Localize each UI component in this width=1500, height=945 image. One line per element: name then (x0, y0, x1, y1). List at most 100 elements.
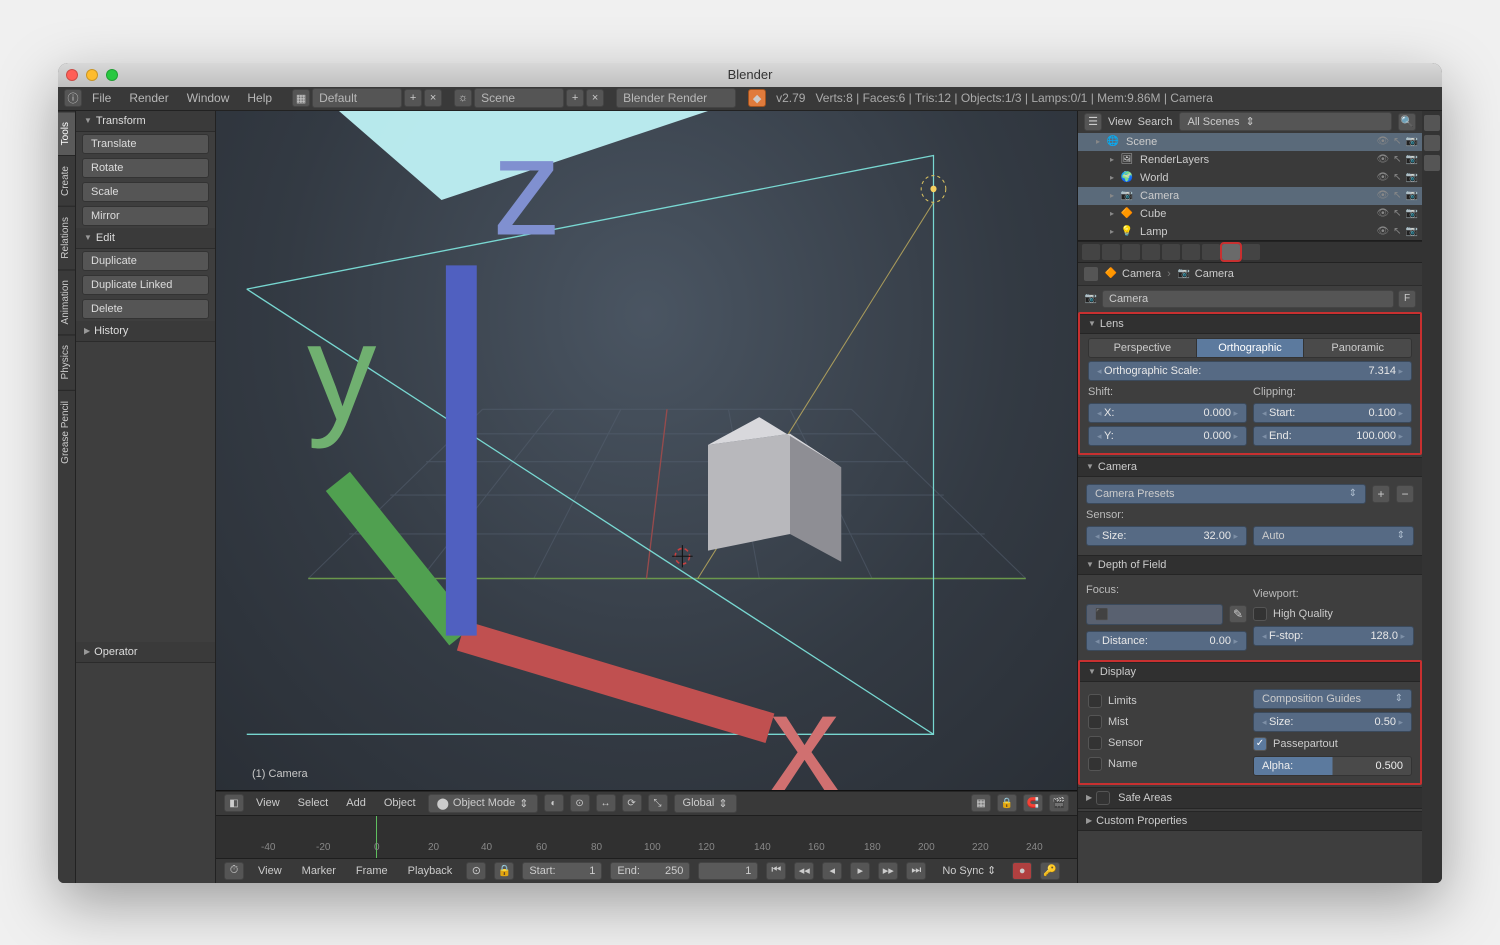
end-frame-field[interactable]: End:250 (610, 862, 690, 880)
tab-tools[interactable]: Tools (58, 111, 75, 155)
screen-layout-icon[interactable]: ▦ (292, 89, 310, 107)
orientation-dropdown[interactable]: Global ⇕ (674, 794, 737, 813)
pivot-icon[interactable]: ⊙ (570, 794, 590, 812)
tab-object-icon[interactable] (1162, 244, 1180, 260)
screen-layout-add[interactable]: + (404, 89, 422, 107)
mist-checkbox[interactable]: Mist (1088, 713, 1247, 731)
render-preview-icon[interactable]: 🎬 (1049, 794, 1069, 812)
shift-y-field[interactable]: Y:0.000 (1088, 426, 1247, 446)
render-vis-icon[interactable]: 📷 (1406, 154, 1418, 165)
current-frame-field[interactable]: 1 (698, 862, 758, 880)
manipulator-scale-icon[interactable]: ⤡ (648, 794, 668, 812)
alpha-slider[interactable]: Alpha:0.500 (1253, 756, 1412, 776)
snap-icon[interactable]: 🧲 (1023, 794, 1043, 812)
outliner-search-icon[interactable]: 🔍 (1398, 113, 1416, 131)
tab-physics-icon[interactable] (1242, 244, 1260, 260)
tab-constraints-icon[interactable] (1182, 244, 1200, 260)
tl-view[interactable]: View (252, 863, 288, 879)
jump-start-icon[interactable]: ⏮ (766, 862, 786, 880)
eye-icon[interactable]: 👁 (1376, 190, 1389, 201)
mirror-button[interactable]: Mirror (82, 206, 209, 226)
duplicate-linked-button[interactable]: Duplicate Linked (82, 275, 209, 295)
vp-menu-add[interactable]: Add (340, 795, 372, 811)
scale-button[interactable]: Scale (82, 182, 209, 202)
safe-areas-header[interactable]: Safe Areas (1078, 787, 1422, 809)
dof-header[interactable]: Depth of Field (1078, 555, 1422, 575)
play-icon[interactable]: ▸ (850, 862, 870, 880)
keying-set-icon[interactable]: 🔑 (1040, 862, 1060, 880)
lens-header[interactable]: Lens (1080, 314, 1420, 334)
composition-guides-dropdown[interactable]: Composition Guides (1253, 689, 1412, 709)
camera-presets-dropdown[interactable]: Camera Presets (1086, 484, 1366, 504)
delete-button[interactable]: Delete (82, 299, 209, 319)
shift-x-field[interactable]: X:0.000 (1088, 403, 1247, 423)
manipulator-rotate-icon[interactable]: ⟳ (622, 794, 642, 812)
render-vis-icon[interactable]: 📷 (1406, 136, 1418, 147)
timeline-track[interactable]: -40 -20 0 20 40 60 80 100 120 140 160 18… (216, 815, 1077, 859)
rotate-button[interactable]: Rotate (82, 158, 209, 178)
vp-menu-view[interactable]: View (250, 795, 286, 811)
screen-layout-dropdown[interactable]: Default (312, 88, 402, 108)
next-keyframe-icon[interactable]: ▸▸ (878, 862, 898, 880)
outliner-editor-icon[interactable]: ☰ (1084, 113, 1102, 131)
render-vis-icon[interactable]: 📷 (1406, 226, 1418, 237)
play-reverse-icon[interactable]: ◂ (822, 862, 842, 880)
outliner-view[interactable]: View (1108, 116, 1132, 128)
tl-lock-icon[interactable]: 🔒 (494, 862, 514, 880)
render-engine-dropdown[interactable]: Blender Render (616, 88, 736, 108)
focus-eyedropper-icon[interactable]: ✎ (1229, 605, 1247, 623)
outliner-select-icon[interactable] (1424, 135, 1440, 151)
display-size-field[interactable]: Size:0.50 (1253, 712, 1412, 732)
vp-menu-object[interactable]: Object (378, 795, 422, 811)
editor-type-icon[interactable]: ⓘ (64, 89, 82, 107)
outliner-row[interactable]: ▸💡Lamp👁↖📷 (1078, 223, 1422, 240)
limits-checkbox[interactable]: Limits (1088, 692, 1247, 710)
scene-dropdown[interactable]: Scene (474, 88, 564, 108)
cursor-icon[interactable]: ↖ (1393, 190, 1401, 201)
tl-marker[interactable]: Marker (296, 863, 342, 879)
cursor-icon[interactable]: ↖ (1393, 172, 1401, 183)
tab-renderlayers-icon[interactable] (1102, 244, 1120, 260)
sensor-checkbox[interactable]: Sensor (1088, 734, 1247, 752)
outliner-render-icon[interactable] (1424, 155, 1440, 171)
sensor-size-field[interactable]: Size:32.00 (1086, 526, 1247, 546)
outliner-row[interactable]: ▸🌐Scene👁↖📷 (1078, 133, 1422, 151)
tab-scene-icon[interactable] (1122, 244, 1140, 260)
cursor-icon[interactable]: ↖ (1393, 154, 1401, 165)
name-checkbox[interactable]: Name (1088, 755, 1247, 773)
preset-add-button[interactable]: + (1372, 485, 1390, 503)
clip-end-field[interactable]: End:100.000 (1253, 426, 1412, 446)
3d-viewport[interactable]: z x y (1) Camera (216, 111, 1077, 791)
lock-camera-icon[interactable]: 🔒 (997, 794, 1017, 812)
render-vis-icon[interactable]: 📷 (1406, 172, 1418, 183)
outliner-row[interactable]: ▸🌍World👁↖📷 (1078, 169, 1422, 187)
outliner-filter-dropdown[interactable]: All Scenes ⇕ (1179, 112, 1392, 131)
custom-props-header[interactable]: Custom Properties (1078, 811, 1422, 831)
perspective-button[interactable]: Perspective (1089, 339, 1197, 357)
outliner-row[interactable]: ▸🖼RenderLayers👁↖📷 (1078, 151, 1422, 169)
tab-world-icon[interactable] (1142, 244, 1160, 260)
passepartout-checkbox[interactable]: ✓Passepartout (1253, 735, 1412, 753)
screen-layout-delete[interactable]: × (424, 89, 442, 107)
eye-icon[interactable]: 👁 (1376, 172, 1389, 183)
high-quality-checkbox[interactable]: High Quality (1253, 605, 1414, 623)
transform-header[interactable]: Transform (76, 111, 215, 132)
cursor-icon[interactable]: ↖ (1393, 226, 1401, 237)
clip-start-field[interactable]: Start:0.100 (1253, 403, 1412, 423)
edit-header[interactable]: Edit (76, 228, 215, 249)
cursor-icon[interactable]: ↖ (1393, 136, 1401, 147)
distance-field[interactable]: Distance:0.00 (1086, 631, 1247, 651)
menu-file[interactable]: File (84, 88, 119, 108)
vp-menu-select[interactable]: Select (292, 795, 335, 811)
tl-frame[interactable]: Frame (350, 863, 394, 879)
shading-icon[interactable]: ◐ (544, 794, 564, 812)
outliner-row[interactable]: ▸📷Camera👁↖📷 (1078, 187, 1422, 205)
tl-playback[interactable]: Playback (402, 863, 459, 879)
right-scrollbar[interactable] (1422, 111, 1442, 883)
scene-add[interactable]: + (566, 89, 584, 107)
mode-dropdown[interactable]: ⬤ Object Mode ⇕ (428, 794, 538, 813)
tab-relations[interactable]: Relations (58, 206, 75, 269)
scene-icon[interactable]: ☼ (454, 89, 472, 107)
display-header[interactable]: Display (1080, 662, 1420, 682)
menu-help[interactable]: Help (239, 88, 280, 108)
